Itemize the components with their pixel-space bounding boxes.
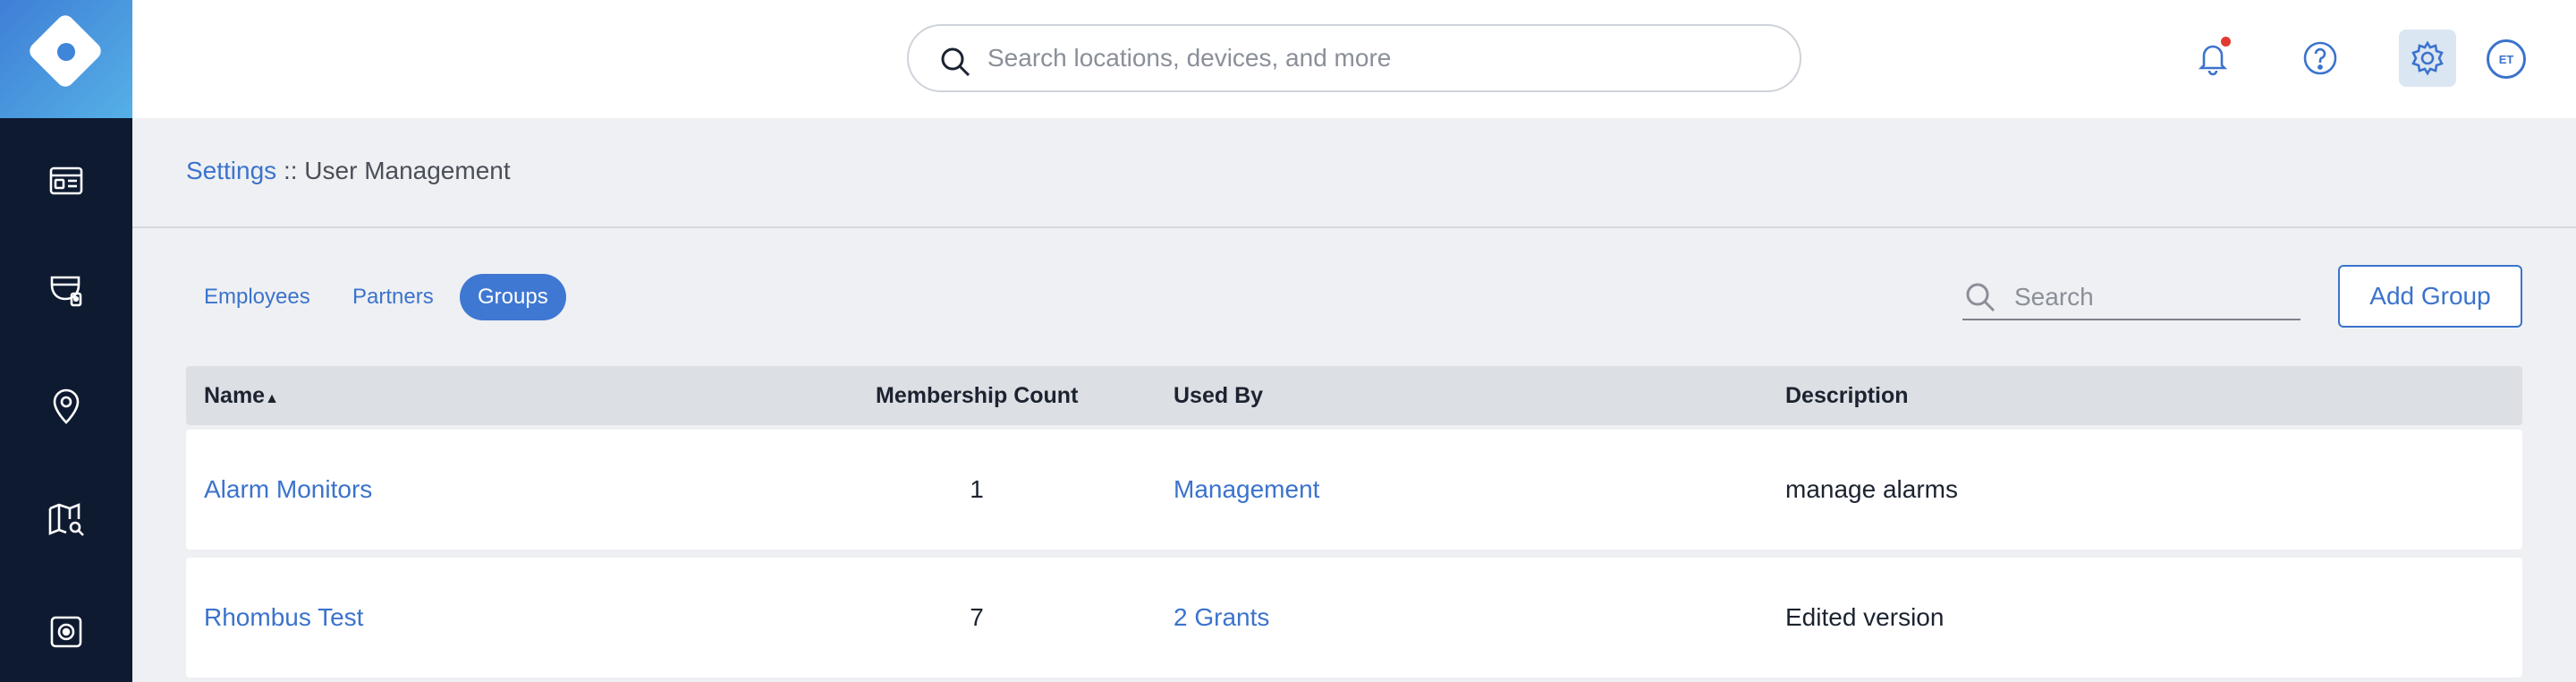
group-name-link[interactable]: Rhombus Test bbox=[204, 558, 363, 678]
used-by-link[interactable]: 2 Grants bbox=[1174, 558, 1269, 678]
help-icon bbox=[2303, 41, 2337, 75]
column-header-description[interactable]: Description bbox=[1785, 366, 1909, 425]
column-header-membership-count[interactable]: Membership Count bbox=[876, 366, 1078, 425]
tab-partners[interactable]: Partners bbox=[335, 274, 452, 320]
group-search-input[interactable] bbox=[2014, 279, 2283, 315]
add-group-button[interactable]: Add Group bbox=[2338, 265, 2522, 328]
breadcrumb-settings-link[interactable]: Settings bbox=[186, 157, 276, 184]
table-row[interactable]: Rhombus Test 7 2 Grants Edited version bbox=[186, 558, 2522, 678]
tab-employees[interactable]: Employees bbox=[186, 274, 328, 320]
logo-dot-icon bbox=[57, 43, 75, 61]
avatar[interactable]: ET bbox=[2487, 39, 2526, 79]
column-header-name[interactable]: Name▲ bbox=[204, 366, 279, 429]
search-icon bbox=[1966, 283, 1996, 312]
column-header-name-label: Name bbox=[204, 383, 266, 408]
table-header: Name▲ Membership Count Used By Descripti… bbox=[186, 366, 2522, 425]
global-search[interactable] bbox=[907, 24, 1801, 92]
help-button[interactable] bbox=[2292, 30, 2349, 87]
table-row[interactable]: Alarm Monitors 1 Management manage alarm… bbox=[186, 430, 2522, 550]
header-divider bbox=[132, 226, 2576, 228]
top-bar: ET bbox=[132, 0, 2576, 118]
dashboard-icon[interactable] bbox=[43, 158, 89, 204]
notifications-button[interactable] bbox=[2184, 30, 2241, 87]
group-name-link[interactable]: Alarm Monitors bbox=[204, 430, 372, 550]
sidebar bbox=[0, 0, 132, 682]
sort-ascending-icon: ▲ bbox=[265, 391, 279, 406]
logo[interactable] bbox=[0, 0, 132, 118]
settings-button[interactable] bbox=[2399, 30, 2456, 87]
search-icon bbox=[941, 47, 970, 77]
group-description: manage alarms bbox=[1785, 475, 1958, 503]
location-pin-icon[interactable] bbox=[43, 383, 89, 430]
map-search-icon[interactable] bbox=[43, 496, 89, 542]
gear-icon bbox=[2411, 40, 2444, 76]
notification-dot bbox=[2221, 37, 2231, 47]
used-by-link[interactable]: Management bbox=[1174, 430, 1319, 550]
global-search-input[interactable] bbox=[987, 38, 1775, 78]
membership-count: 7 bbox=[970, 603, 984, 631]
camera-icon[interactable] bbox=[43, 267, 89, 313]
breadcrumb-separator: :: bbox=[276, 157, 305, 184]
breadcrumb-current: User Management bbox=[304, 157, 511, 184]
group-description: Edited version bbox=[1785, 603, 1945, 631]
breadcrumb: Settings :: User Management bbox=[186, 157, 511, 185]
column-header-used-by[interactable]: Used By bbox=[1174, 366, 1263, 425]
group-search[interactable] bbox=[1962, 274, 2301, 320]
sensor-icon[interactable] bbox=[43, 609, 89, 655]
tab-groups[interactable]: Groups bbox=[460, 274, 566, 320]
membership-count: 1 bbox=[970, 475, 984, 503]
